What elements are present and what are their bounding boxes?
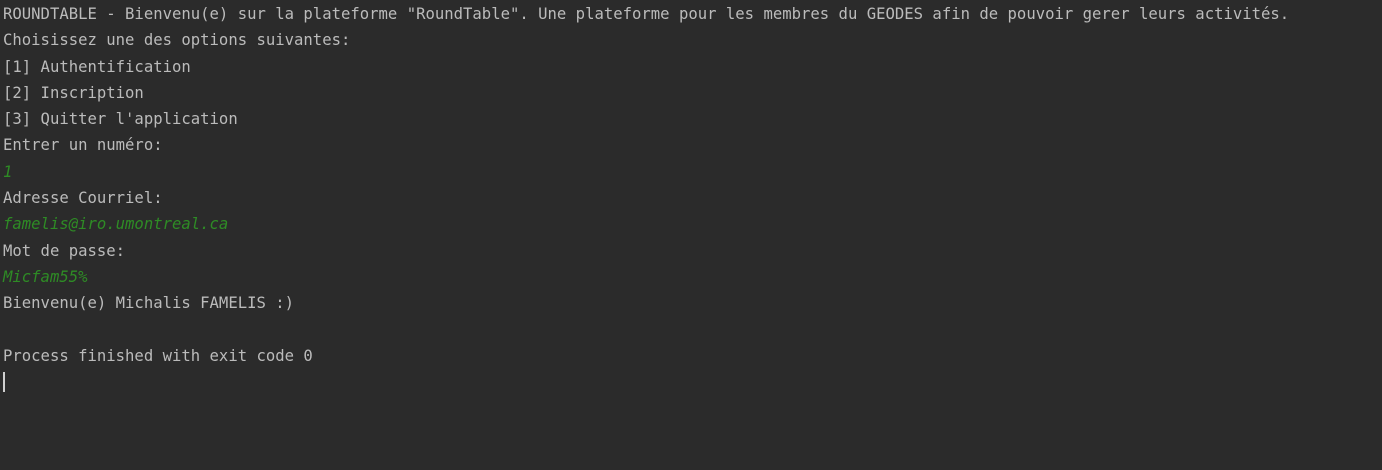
email-prompt: Adresse Courriel: — [3, 189, 163, 208]
console-output[interactable]: ROUNDTABLE - Bienvenu(e) sur la platefor… — [0, 0, 1382, 470]
password-prompt: Mot de passe: — [3, 241, 126, 260]
option-quitter: [3] Quitter l'application — [3, 110, 238, 129]
option-inscription: [2] Inscription — [3, 83, 144, 102]
number-prompt: Entrer un numéro: — [3, 136, 163, 155]
number-input-echo: 1 — [3, 162, 13, 181]
choose-prompt: Choisissez une des options suivantes: — [3, 31, 351, 50]
welcome-message: Bienvenu(e) Michalis FAMELIS :) — [3, 294, 295, 313]
password-input-echo: Micfam55% — [3, 267, 88, 286]
header-line: ROUNDTABLE - Bienvenu(e) sur la platefor… — [3, 5, 1290, 23]
text-cursor — [3, 372, 5, 393]
option-authentification: [1] Authentification — [3, 57, 191, 76]
input-line[interactable] — [3, 369, 1382, 395]
email-input-echo: famelis@iro.umontreal.ca — [3, 215, 229, 234]
exit-message: Process finished with exit code 0 — [3, 346, 313, 365]
